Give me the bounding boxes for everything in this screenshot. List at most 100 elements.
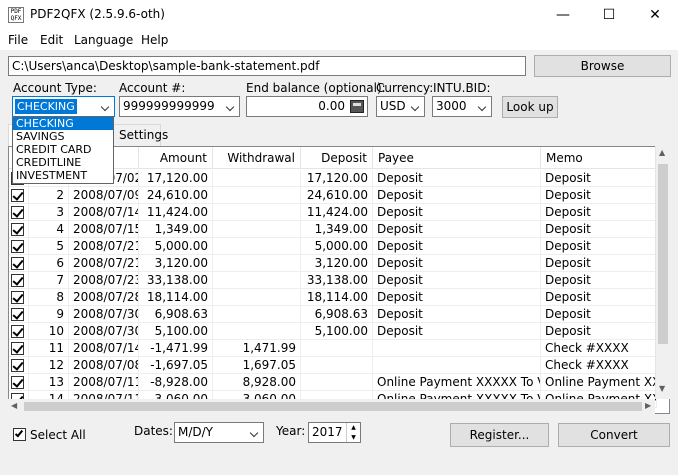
- cell-date: 2008/07/28: [69, 289, 139, 306]
- cell-memo: Deposit: [541, 187, 657, 204]
- chevron-down-icon[interactable]: [247, 423, 263, 442]
- row-checkbox[interactable]: [11, 376, 24, 389]
- table-row[interactable]: 13 2008/07/11 -8,928.00 8,928.00 Online Paym…: [9, 374, 657, 391]
- cell-amount: 5,100.00: [139, 323, 213, 340]
- table-row[interactable]: 7 2008/07/23 33,138.00 33,138.00 Deposit Depo…: [9, 272, 657, 289]
- end-balance-input[interactable]: 0.00: [246, 96, 368, 117]
- scroll-thumb[interactable]: [658, 164, 668, 344]
- cell-payee: Online Payment XXXXX To Vendor: [373, 374, 541, 391]
- row-checkbox[interactable]: [11, 257, 24, 270]
- cell-memo: Deposit: [541, 221, 657, 238]
- cell-memo: Check #XXXX: [541, 340, 657, 357]
- select-all-checkbox[interactable]: [13, 428, 26, 441]
- table-row[interactable]: 11 2008/07/14 -1,471.99 1,471.99 Check #XXXX: [9, 340, 657, 357]
- scroll-down-icon[interactable]: ▼: [659, 384, 665, 393]
- minimize-button[interactable]: —: [540, 0, 586, 30]
- row-checkbox[interactable]: [11, 223, 24, 236]
- table-row[interactable]: 12 2008/07/08 -1,697.05 1,697.05 Check #XXXX: [9, 357, 657, 374]
- cell-payee: Deposit: [373, 170, 541, 187]
- cell-date: 2008/07/11: [69, 374, 139, 391]
- register-button[interactable]: Register...: [450, 423, 549, 447]
- cell-payee: Deposit: [373, 323, 541, 340]
- tab-settings[interactable]: Settings: [112, 124, 168, 146]
- table-row[interactable]: 9 2008/07/30 6,908.63 6,908.63 Deposit Deposi…: [9, 306, 657, 323]
- header-memo[interactable]: Memo: [541, 147, 657, 169]
- select-all-label[interactable]: Select All: [30, 428, 86, 442]
- menu-edit[interactable]: Edit: [40, 33, 63, 47]
- row-checkbox[interactable]: [11, 274, 24, 287]
- header-payee[interactable]: Payee: [373, 147, 541, 169]
- cell-withdrawal: 8,928.00: [213, 374, 301, 391]
- cell-amount: -1,471.99: [139, 340, 213, 357]
- row-checkbox[interactable]: [11, 206, 24, 219]
- spin-up-icon[interactable]: ▲: [346, 423, 360, 433]
- row-checkbox[interactable]: [11, 325, 24, 338]
- lookup-button[interactable]: Look up: [502, 96, 558, 118]
- year-spinner[interactable]: 2017 ▲ ▼: [308, 422, 361, 443]
- account-number-value: 999999999999: [123, 99, 215, 113]
- cell-deposit: [301, 340, 373, 357]
- cell-amount: 6,908.63: [139, 306, 213, 323]
- maximize-button[interactable]: ☐: [586, 0, 632, 30]
- header-amount[interactable]: Amount: [139, 147, 213, 169]
- menu-language[interactable]: Language: [74, 33, 133, 47]
- cell-amount: 5,000.00: [139, 238, 213, 255]
- option-savings[interactable]: SAVINGS: [13, 130, 113, 143]
- convert-button[interactable]: Convert: [558, 423, 670, 447]
- cell-date: 2008/07/09: [69, 187, 139, 204]
- cell-payee: Deposit: [373, 221, 541, 238]
- browse-button[interactable]: Browse: [534, 55, 671, 77]
- table-row[interactable]: 8 2008/07/28 18,114.00 18,114.00 Deposit Depo…: [9, 289, 657, 306]
- cell-n: 4: [29, 221, 69, 238]
- file-path-input[interactable]: C:\Users\anca\Desktop\sample-bank-statem…: [8, 56, 526, 76]
- cell-withdrawal: [213, 272, 301, 289]
- chevron-down-icon[interactable]: [408, 97, 424, 116]
- chevron-down-icon[interactable]: [98, 97, 114, 116]
- cell-deposit: 1,349.00: [301, 221, 373, 238]
- header-withdrawal[interactable]: Withdrawal: [213, 147, 301, 169]
- account-type-select[interactable]: CHECKING: [12, 96, 115, 117]
- currency-select[interactable]: USD: [376, 96, 425, 117]
- row-checkbox[interactable]: [11, 240, 24, 253]
- intubid-select[interactable]: 3000: [432, 96, 492, 117]
- scroll-left-icon[interactable]: ◀: [11, 401, 17, 410]
- cell-memo: Online Payment XXXXX: [541, 374, 657, 391]
- cell-check: [9, 289, 29, 306]
- vertical-scrollbar[interactable]: ▲ ▼: [655, 146, 670, 399]
- horizontal-scrollbar[interactable]: ◀ ▶: [8, 399, 655, 414]
- dates-select[interactable]: M/D/Y: [174, 422, 264, 443]
- chevron-down-icon[interactable]: [475, 97, 491, 116]
- table-row[interactable]: 10 2008/07/30 5,100.00 5,100.00 Deposit Depos…: [9, 323, 657, 340]
- scroll-up-icon[interactable]: ▲: [659, 148, 665, 157]
- close-button[interactable]: ✕: [632, 0, 678, 30]
- chevron-down-icon[interactable]: [223, 97, 239, 116]
- option-checking[interactable]: CHECKING: [13, 117, 113, 130]
- table-row[interactable]: 5 2008/07/21 5,000.00 5,000.00 Deposit Deposi…: [9, 238, 657, 255]
- end-balance-label: End balance (optional):: [246, 81, 386, 95]
- table-row[interactable]: 3 2008/07/14 11,424.00 11,424.00 Deposit Depo…: [9, 204, 657, 221]
- row-checkbox[interactable]: [11, 342, 24, 355]
- spin-down-icon[interactable]: ▼: [346, 433, 360, 442]
- table-row[interactable]: 4 2008/07/15 1,349.00 1,349.00 Deposit Deposi…: [9, 221, 657, 238]
- cell-date: 2008/07/23: [69, 272, 139, 289]
- menu-file[interactable]: File: [8, 33, 28, 47]
- row-checkbox[interactable]: [11, 308, 24, 321]
- option-creditline[interactable]: CREDITLINE: [13, 156, 113, 169]
- hscroll-thumb[interactable]: [24, 402, 642, 411]
- row-checkbox[interactable]: [11, 189, 24, 202]
- option-credit-card[interactable]: CREDIT CARD: [13, 143, 113, 156]
- header-deposit[interactable]: Deposit: [301, 147, 373, 169]
- cell-amount: 24,610.00: [139, 187, 213, 204]
- scroll-right-icon[interactable]: ▶: [645, 401, 651, 410]
- calculator-icon[interactable]: [350, 100, 364, 113]
- row-checkbox[interactable]: [11, 359, 24, 372]
- cell-date: 2008/07/30: [69, 323, 139, 340]
- table-row[interactable]: 2 2008/07/09 24,610.00 24,610.00 Deposit Depo…: [9, 187, 657, 204]
- cell-withdrawal: 1,697.05: [213, 357, 301, 374]
- option-investment[interactable]: INVESTMENT: [13, 169, 113, 182]
- account-number-select[interactable]: 999999999999: [119, 96, 240, 117]
- table-row[interactable]: 6 2008/07/21 3,120.00 3,120.00 Deposit Deposi…: [9, 255, 657, 272]
- menu-help[interactable]: Help: [141, 33, 168, 47]
- row-checkbox[interactable]: [11, 291, 24, 304]
- cell-n: 12: [29, 357, 69, 374]
